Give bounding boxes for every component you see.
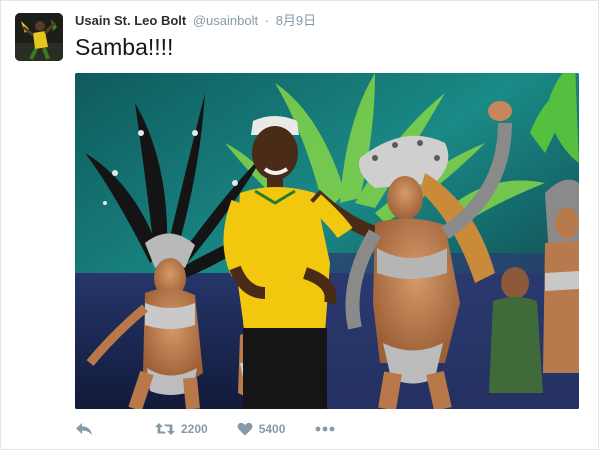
tweet-card: Usain St. Leo Bolt @usainbolt · 8月9日 Sam…	[0, 0, 599, 450]
separator-dot: ·	[264, 13, 270, 28]
timestamp[interactable]: 8月9日	[276, 13, 316, 28]
retweet-icon	[155, 423, 175, 435]
tweet-text: Samba!!!!	[75, 34, 174, 60]
retweet-button[interactable]: 2200	[155, 422, 208, 436]
more-button[interactable]	[315, 426, 335, 432]
display-name[interactable]: Usain St. Leo Bolt	[75, 13, 186, 28]
tweet-photo[interactable]	[75, 73, 579, 409]
avatar-image	[15, 13, 63, 61]
reply-button[interactable]	[75, 422, 93, 436]
like-count: 5400	[258, 422, 286, 436]
heart-icon	[237, 422, 253, 436]
tweet-header: Usain St. Leo Bolt @usainbolt · 8月9日	[75, 12, 316, 30]
like-button[interactable]: 5400	[237, 422, 286, 436]
tweet-actions: 2200 5400	[75, 419, 335, 439]
user-handle[interactable]: @usainbolt	[193, 13, 258, 28]
reply-icon	[76, 423, 92, 435]
photo-samba-dancers-icon	[75, 73, 579, 409]
retweet-count: 2200	[181, 422, 208, 436]
avatar[interactable]	[15, 13, 63, 61]
more-icon	[316, 426, 335, 432]
